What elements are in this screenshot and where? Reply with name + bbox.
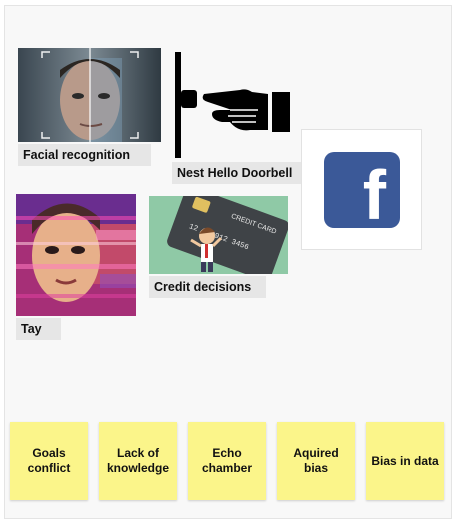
face-scan-image [18, 48, 161, 142]
facebook-logo: f [324, 152, 400, 228]
tay-card[interactable]: Tay [16, 194, 138, 340]
facial-recognition-card[interactable]: Facial recognition [18, 48, 161, 166]
sticky-note-text: Echo chamber [201, 446, 253, 475]
sticky-note[interactable]: Aquired bias [277, 422, 355, 500]
sticky-note[interactable]: Echo chamber [188, 422, 266, 500]
sticky-note-text: Lack of knowledge [106, 446, 169, 475]
facebook-card[interactable]: f [301, 129, 422, 250]
sticky-note-text: Aquired bias [293, 446, 339, 475]
sticky-note[interactable]: Bias in data [366, 422, 444, 500]
sticky-note[interactable]: Lack of knowledge [99, 422, 177, 500]
credit-decisions-card[interactable]: CREDIT CARD 12 3 D912 3456 Credit decisi… [149, 196, 288, 300]
credit-decisions-label: Credit decisions [149, 276, 266, 298]
nest-hello-label: Nest Hello Doorbell [172, 162, 308, 184]
glitch-face-image [16, 194, 136, 316]
facial-recognition-label: Facial recognition [18, 144, 151, 166]
sticky-note-text: Goals conflict [27, 446, 71, 475]
doorbell-hand-image [172, 50, 302, 160]
sticky-note-text: Bias in data [371, 453, 439, 468]
credit-card-image: CREDIT CARD 12 3 D912 3456 [149, 196, 288, 274]
sticky-note[interactable]: Goals conflict [10, 422, 88, 500]
nest-hello-card[interactable]: Nest Hello Doorbell [172, 50, 308, 184]
tay-label: Tay [16, 318, 61, 340]
facebook-f-glyph: f [362, 156, 386, 228]
